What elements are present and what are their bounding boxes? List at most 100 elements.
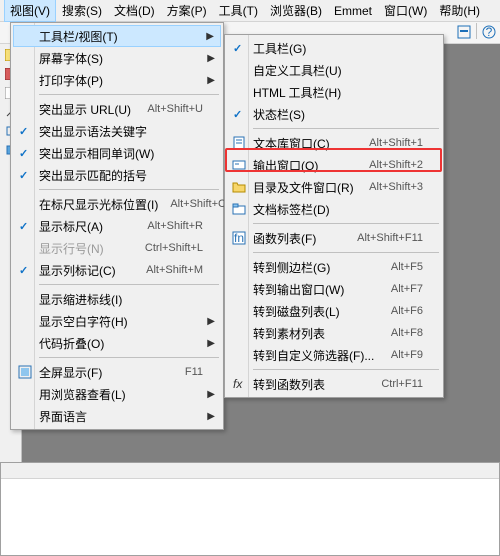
toolbar-submenu-item[interactable]: ✓状态栏(S)	[227, 103, 441, 125]
view-menu-item[interactable]: 全屏显示(F)F11	[13, 361, 221, 383]
toolbar-submenu-item[interactable]: fx转到函数列表Ctrl+F11	[227, 373, 441, 395]
menu-item-shortcut: Alt+F5	[379, 261, 423, 273]
toolbar-tool-a[interactable]	[455, 23, 473, 41]
menu-item-label: 转到侧边栏(G)	[253, 259, 330, 276]
toolbar-submenu-item[interactable]: 输出窗口(O)Alt+Shift+2	[227, 154, 441, 176]
menu-item-shortcut: Alt+Shift+R	[135, 220, 203, 232]
check-icon: ✓	[19, 125, 28, 138]
menu-project[interactable]: 方案(P)	[161, 0, 213, 22]
toolbar-submenu-item[interactable]: 转到素材列表 Alt+F8	[227, 322, 441, 344]
folder-icon	[231, 179, 247, 195]
menu-item-label: 用浏览器查看(L)	[39, 386, 126, 403]
view-menu-item[interactable]: 突出显示 URL(U)Alt+Shift+U	[13, 98, 221, 120]
menu-item-label: 目录及文件窗口(R)	[253, 179, 354, 196]
menu-item-label: 全屏显示(F)	[39, 364, 102, 381]
bottom-editor-bar	[1, 463, 499, 479]
view-menu-item[interactable]: 屏幕字体(S)▶	[13, 47, 221, 69]
menu-item-label: 转到素材列表	[253, 325, 325, 342]
menu-separator	[253, 369, 439, 370]
toolbar-submenu-item[interactable]: 目录及文件窗口(R)Alt+Shift+3	[227, 176, 441, 198]
check-icon: ✓	[233, 42, 242, 55]
menu-item-shortcut: Alt+Shift+C	[158, 198, 226, 210]
menu-emmet[interactable]: Emmet	[328, 1, 378, 21]
toolbar-submenu-item[interactable]: 转到磁盘列表(L)Alt+F6	[227, 300, 441, 322]
menu-item-shortcut: Alt+Shift+F11	[345, 232, 423, 244]
svg-text:?: ?	[486, 25, 493, 39]
menu-separator	[253, 252, 439, 253]
tabs-icon	[231, 201, 247, 217]
menu-item-label: 函数列表(F)	[253, 230, 316, 247]
submenu-arrow-icon: ▶	[207, 316, 215, 327]
toolbar-submenu-item[interactable]: 转到自定义筛选器(F)... Alt+F9	[227, 344, 441, 366]
menu-item-label: 代码折叠(O)	[39, 335, 104, 352]
menu-item-label: 屏幕字体(S)	[39, 50, 103, 67]
toolbar-submenu-item[interactable]: 转到输出窗口(W)Alt+F7	[227, 278, 441, 300]
toolbar-submenu-item[interactable]: ✓ 工具栏(G)	[227, 37, 441, 59]
menu-item-label: 工具栏/视图(T)	[39, 28, 118, 45]
menu-tools[interactable]: 工具(T)	[213, 0, 264, 22]
menu-item-label: HTML 工具栏(H)	[253, 84, 341, 101]
view-menu-item[interactable]: 工具栏/视图(T)▶	[13, 25, 221, 47]
menu-item-shortcut: Alt+F9	[379, 349, 423, 361]
toolbar-submenu-item[interactable]: 文档标签栏(D)	[227, 198, 441, 220]
menu-item-label: 界面语言	[39, 408, 87, 425]
menu-document[interactable]: 文档(D)	[108, 0, 161, 22]
check-icon: ✓	[19, 147, 28, 160]
view-menu-item[interactable]: ✓ 突出显示语法关键字	[13, 120, 221, 142]
menu-item-shortcut: Alt+Shift+2	[357, 159, 423, 171]
menu-item-label: 显示缩进标线(I)	[39, 291, 122, 308]
toolbar-submenu-item[interactable]: HTML 工具栏(H)	[227, 81, 441, 103]
view-menu-item[interactable]: ✓显示列标记(C)Alt+Shift+M	[13, 259, 221, 281]
menu-separator	[253, 223, 439, 224]
func-icon: fn	[231, 230, 247, 246]
menu-view[interactable]: 视图(V)	[4, 0, 56, 22]
menu-separator	[39, 189, 219, 190]
bottom-editor-panel	[0, 462, 500, 556]
submenu-arrow-icon: ▶	[207, 75, 215, 86]
menu-item-label: 显示空白字符(H)	[39, 313, 128, 330]
view-menu-item[interactable]: ✓突出显示匹配的括号	[13, 164, 221, 186]
menu-window[interactable]: 窗口(W)	[378, 0, 433, 22]
menu-search[interactable]: 搜索(S)	[56, 0, 108, 22]
toolbar-submenu-item[interactable]: 转到侧边栏(G) Alt+F5	[227, 256, 441, 278]
view-menu-item[interactable]: 代码折叠(O)▶	[13, 332, 221, 354]
view-menu-item[interactable]: 打印字体(P)▶	[13, 69, 221, 91]
menu-item-label: 转到函数列表	[253, 376, 325, 393]
menu-item-label: 突出显示相同单词(W)	[39, 145, 154, 162]
help-icon[interactable]: ?	[480, 23, 498, 41]
menu-item-shortcut: Alt+Shift+3	[357, 181, 423, 193]
menu-item-shortcut: Ctrl+Shift+L	[133, 242, 203, 254]
menu-separator	[39, 284, 219, 285]
view-menu-item[interactable]: 用浏览器查看(L)▶	[13, 383, 221, 405]
menu-item-label: 工具栏(G)	[253, 40, 306, 57]
view-menu-item[interactable]: ✓ 突出显示相同单词(W)	[13, 142, 221, 164]
view-menu-dropdown: 工具栏/视图(T)▶屏幕字体(S)▶打印字体(P)▶突出显示 URL(U)Alt…	[10, 22, 224, 430]
view-menu-item[interactable]: 界面语言 ▶	[13, 405, 221, 427]
view-menu-item[interactable]: 在标尺显示光标位置(I)Alt+Shift+C	[13, 193, 221, 215]
toolbar-submenu-item[interactable]: 自定义工具栏(U)	[227, 59, 441, 81]
menu-item-label: 突出显示语法关键字	[39, 123, 147, 140]
view-menu-item[interactable]: 显示缩进标线(I)	[13, 288, 221, 310]
menu-item-label: 自定义工具栏(U)	[253, 62, 342, 79]
check-icon: ✓	[19, 169, 28, 182]
toolbar-submenu-item[interactable]: 文本库窗口(C) Alt+Shift+1	[227, 132, 441, 154]
view-menu-item[interactable]: ✓显示标尺(A)Alt+Shift+R	[13, 215, 221, 237]
menu-separator	[39, 357, 219, 358]
menu-item-label: 文本库窗口(C)	[253, 135, 330, 152]
check-icon: ✓	[233, 108, 242, 121]
menu-help[interactable]: 帮助(H)	[433, 0, 486, 22]
menu-item-label: 文档标签栏(D)	[253, 201, 330, 218]
svg-text:fx: fx	[233, 377, 243, 391]
menu-item-label: 转到输出窗口(W)	[253, 281, 344, 298]
fx-icon: fx	[231, 376, 247, 392]
submenu-arrow-icon: ▶	[207, 411, 215, 422]
menu-item-label: 转到自定义筛选器(F)...	[253, 347, 374, 364]
check-icon: ✓	[19, 220, 28, 233]
textlib-icon	[231, 135, 247, 151]
view-menu-item[interactable]: 显示空白字符(H) ▶	[13, 310, 221, 332]
toolbar-submenu-item[interactable]: fn 函数列表(F) Alt+Shift+F11	[227, 227, 441, 249]
menu-item-shortcut: Alt+Shift+1	[357, 137, 423, 149]
menu-browser[interactable]: 浏览器(B)	[264, 0, 328, 22]
menu-item-label: 转到磁盘列表(L)	[253, 303, 340, 320]
menu-item-shortcut: Alt+F8	[379, 327, 423, 339]
